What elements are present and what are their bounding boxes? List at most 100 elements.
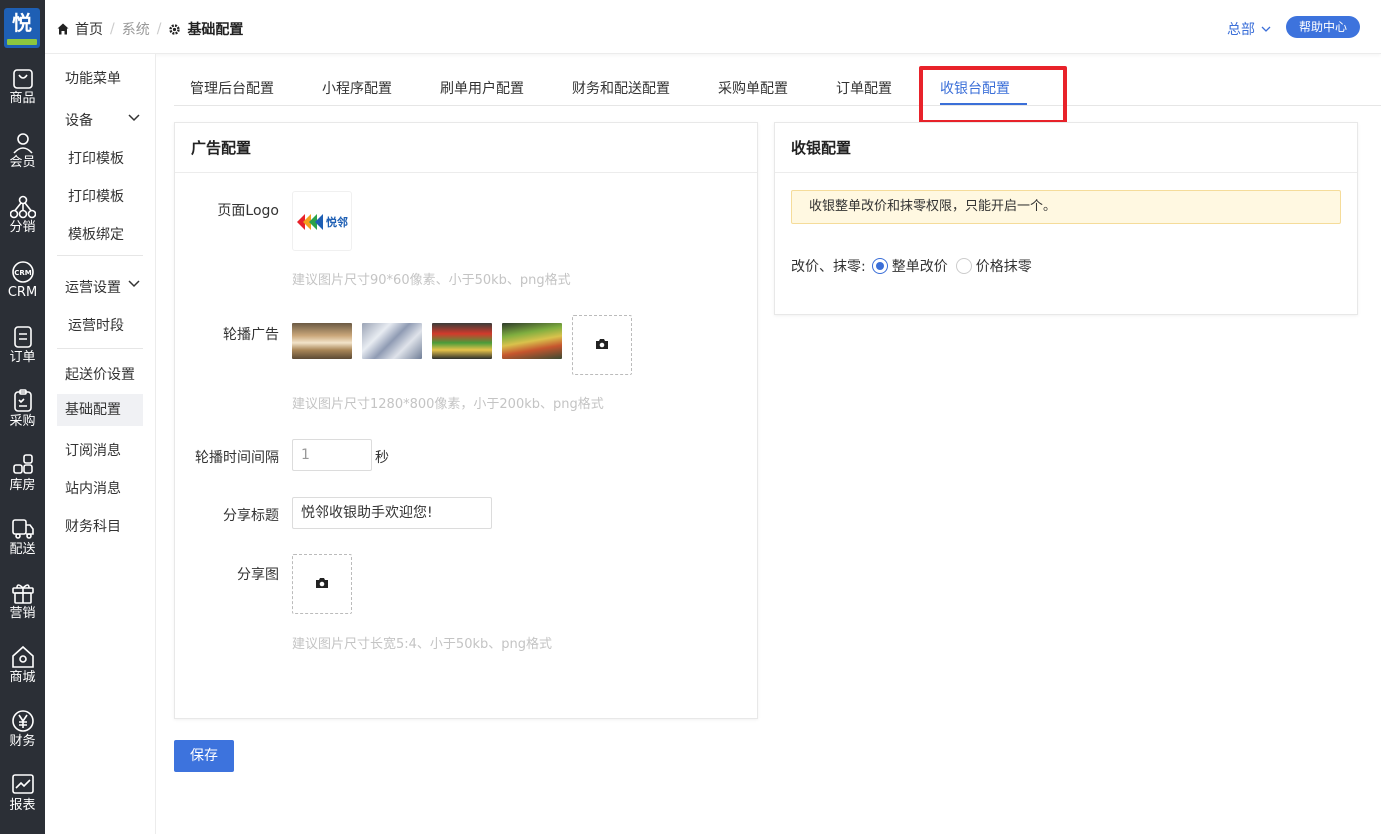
- share-image-hint: 建议图片尺寸长宽5:4、小于50kb、png格式: [292, 637, 552, 652]
- main-nav-rail: 悦 商品 会员 分销 CRM CRM 订单 采购 库房 配送 营销 商城 财务 …: [0, 0, 45, 834]
- breadcrumb: 首页 / 系统 / 基础配置: [57, 19, 243, 39]
- camera-icon: [596, 339, 608, 349]
- price-adjust-label: 改价、抹零:: [791, 259, 866, 275]
- interval-unit: 秒: [375, 450, 389, 466]
- subnav-item-min-delivery[interactable]: 起送价设置: [65, 364, 135, 384]
- tab-fake-user-config[interactable]: 刷单用户配置: [440, 78, 524, 98]
- store-icon: [11, 645, 34, 668]
- carousel-image-4[interactable]: [502, 323, 562, 359]
- subnav-divider: [57, 348, 143, 349]
- home-icon: [57, 23, 69, 35]
- rail-item-report[interactable]: 报表: [0, 773, 45, 833]
- rail-item-label: 配送: [9, 542, 36, 557]
- department-selector[interactable]: 总部: [1227, 19, 1271, 39]
- share-title-input[interactable]: 悦邻收银助手欢迎您!: [292, 497, 492, 529]
- gift-icon: [11, 584, 34, 604]
- carousel-image-2[interactable]: [362, 323, 422, 359]
- radio-price-rounding[interactable]: [955, 258, 972, 274]
- rail-item-distribution[interactable]: 分销: [0, 195, 45, 255]
- yen-icon: [11, 710, 34, 732]
- breadcrumb-system[interactable]: 系统: [122, 19, 150, 39]
- help-center-button[interactable]: 帮助中心: [1286, 16, 1360, 38]
- interval-label: 轮播时间间隔: [195, 450, 279, 466]
- rail-item-label: 商品: [9, 91, 36, 106]
- subnav-item-operation-hours[interactable]: 运营时段: [68, 315, 124, 335]
- radio-whole-order-price-label[interactable]: 整单改价: [892, 256, 948, 276]
- subnav-item-function-menu[interactable]: 功能菜单: [65, 68, 121, 88]
- save-button[interactable]: 保存: [174, 740, 234, 772]
- rail-item-label: 会员: [9, 155, 36, 170]
- radio-price-rounding-label[interactable]: 价格抹零: [976, 256, 1032, 276]
- subnav-item-finance-subject[interactable]: 财务科目: [65, 516, 121, 536]
- rail-item-goods[interactable]: 商品: [0, 68, 45, 128]
- rail-item-label: 采购: [9, 414, 36, 429]
- share-title-label: 分享标题: [223, 508, 279, 524]
- rail-item-delivery[interactable]: 配送: [0, 517, 45, 577]
- sub-sidebar: 功能菜单 设备 打印模板 打印模板 模板绑定 运营设置 运营时段 起送价设置 基…: [45, 54, 156, 834]
- subnav-divider: [57, 255, 143, 256]
- subnav-item-template-binding[interactable]: 模板绑定: [68, 224, 124, 244]
- rail-item-mall[interactable]: 商城: [0, 645, 45, 705]
- camera-icon: [316, 578, 328, 588]
- tab-miniprogram-config[interactable]: 小程序配置: [322, 78, 392, 98]
- rail-item-finance[interactable]: 财务: [0, 709, 45, 769]
- truck-icon: [11, 519, 34, 539]
- carousel-label: 轮播广告: [223, 327, 279, 343]
- price-adjust-radio-group: 改价、抹零: 整单改价 价格抹零: [791, 256, 1032, 276]
- rail-item-marketing[interactable]: 营销: [0, 581, 45, 641]
- chevron-down-icon[interactable]: [128, 114, 140, 122]
- brand-logo[interactable]: 悦: [4, 8, 40, 48]
- rail-item-crm[interactable]: CRM CRM: [0, 260, 45, 320]
- logo-label: 页面Logo: [217, 203, 279, 219]
- chart-icon: [11, 774, 34, 794]
- subnav-group-device[interactable]: 设备: [65, 110, 93, 130]
- subnav-item-print-template-2[interactable]: 打印模板: [68, 186, 124, 206]
- network-icon: [9, 195, 36, 219]
- tab-purchase-config[interactable]: 采购单配置: [718, 78, 788, 98]
- breadcrumb-separator: /: [110, 21, 115, 37]
- share-image-upload-button[interactable]: [292, 554, 352, 614]
- breadcrumb-home[interactable]: 首页: [75, 19, 103, 39]
- warehouse-icon: [12, 454, 33, 474]
- brand-logo-stripe: [7, 39, 37, 45]
- breadcrumb-current: 基础配置: [187, 22, 244, 38]
- carousel-image-3[interactable]: [432, 323, 492, 359]
- radio-whole-order-price[interactable]: [871, 258, 888, 274]
- bag-icon: [12, 69, 33, 89]
- subnav-group-operation[interactable]: 运营设置: [65, 277, 121, 297]
- carousel-hint: 建议图片尺寸1280*800像素，小于200kb、png格式: [292, 397, 604, 412]
- subnav-item-basic-config[interactable]: 基础配置: [57, 394, 143, 426]
- rail-item-label: 财务: [9, 734, 36, 749]
- tab-admin-config[interactable]: 管理后台配置: [190, 78, 274, 98]
- cashier-config-title: 收银配置: [775, 123, 1357, 173]
- tab-order-config[interactable]: 订单配置: [836, 78, 892, 98]
- top-bar: 首页 / 系统 / 基础配置 总部 帮助中心: [45, 0, 1381, 54]
- order-icon: [13, 326, 32, 348]
- svg-text:CRM: CRM: [14, 269, 32, 277]
- rail-item-label: 分销: [9, 220, 36, 235]
- logo-text: 悦邻: [326, 215, 348, 229]
- tab-finance-delivery-config[interactable]: 财务和配送配置: [572, 78, 670, 98]
- subnav-item-site-message[interactable]: 站内消息: [65, 478, 121, 498]
- chevron-down-icon[interactable]: [128, 280, 140, 288]
- breadcrumb-separator: /: [156, 21, 162, 37]
- rail-item-member[interactable]: 会员: [0, 132, 45, 192]
- logo-upload[interactable]: 悦邻: [292, 191, 352, 251]
- rail-item-warehouse[interactable]: 库房: [0, 453, 45, 513]
- carousel-image-1[interactable]: [292, 323, 352, 359]
- chevron-down-icon: [1261, 26, 1271, 32]
- rail-item-purchase[interactable]: 采购: [0, 389, 45, 449]
- rail-item-label: CRM: [7, 285, 38, 300]
- brand-logo-glyph: 悦: [12, 11, 32, 35]
- interval-input[interactable]: 1: [292, 439, 372, 471]
- carousel-upload-button[interactable]: [572, 315, 632, 375]
- crm-icon: CRM: [11, 261, 34, 283]
- subnav-item-subscription[interactable]: 订阅消息: [65, 440, 121, 460]
- rail-item-order[interactable]: 订单: [0, 325, 45, 385]
- gear-icon: [169, 23, 181, 35]
- rail-item-label: 库房: [9, 478, 36, 493]
- user-icon: [12, 133, 33, 154]
- config-tabs: 管理后台配置 小程序配置 刷单用户配置 财务和配送配置 采购单配置 订单配置 收…: [174, 64, 1381, 106]
- department-label: 总部: [1227, 22, 1255, 38]
- subnav-item-print-template[interactable]: 打印模板: [68, 148, 124, 168]
